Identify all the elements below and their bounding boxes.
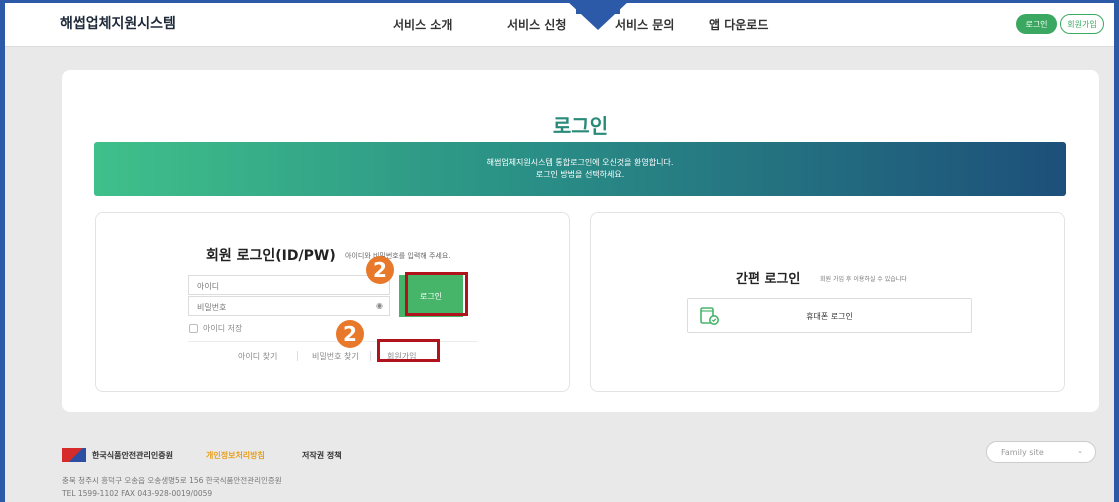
checkbox-icon[interactable] [189,324,198,333]
welcome-banner: 해썹업체지원시스템 통합로그인에 오신것을 환영합니다. 로그인 방법을 선택하… [94,142,1066,196]
org-logo-icon [62,448,86,462]
simple-login-panel: 간편 로그인 회원 가입 후 이용하실 수 있습니다 휴대폰 로그인 [590,212,1065,392]
id-placeholder: 아이디 [197,282,220,291]
nav-service-apply[interactable]: 서비스 신청 [507,16,566,33]
password-input[interactable]: 비밀번호 ◉ [188,296,390,316]
member-login-hint: 아이디와 비밀번호를 입력해 주세요. [345,252,451,260]
member-login-title: 회원 로그인(ID/PW) [206,248,336,264]
nav-service-intro[interactable]: 서비스 소개 [393,16,452,33]
member-login-panel: 회원 로그인(ID/PW) 아이디와 비밀번호를 입력해 주세요. 아이디 비밀… [95,212,570,392]
chevron-down-icon: ⌄ [1077,447,1083,455]
banner-line-2: 로그인 방법을 선택하세요. [535,170,625,179]
save-id-checkbox[interactable]: 아이디 저장 [189,323,242,334]
nav-app-download[interactable]: 앱 다운로드 [709,16,768,33]
family-site-select[interactable]: Family site ⌄ [986,441,1096,463]
footer-address: 충북 청주시 흥덕구 오송읍 오송생명5로 156 한국식품안전관리인증원 [62,476,282,485]
link-separator [297,351,298,361]
password-placeholder: 비밀번호 [197,303,227,312]
simple-login-hint: 회원 가입 후 이용하실 수 있습니다 [820,276,907,283]
find-password-link[interactable]: 비밀번호 찾기 [312,351,359,362]
footer-tel: TEL 1599-1102 FAX 043-928-0019/0059 [62,489,213,498]
copyright-policy-link[interactable]: 저작권 정책 [302,450,342,461]
page-title: 로그인 [552,114,609,138]
pointer-arrow-icon [566,0,630,30]
simple-login-title: 간편 로그인 [736,272,801,287]
banner-line-1: 해썹업체지원시스템 통합로그인에 오신것을 환영합니다. [486,158,674,167]
footer-org-logo[interactable]: 한국식품안전관리인증원 [62,448,173,462]
phone-login-label: 휴대폰 로그인 [806,312,853,321]
save-id-label: 아이디 저장 [203,324,243,333]
phone-login-button[interactable]: 휴대폰 로그인 [687,298,972,333]
footer-org-name: 한국식품안전관리인증원 [92,450,173,460]
top-header: 해썹업체지원시스템 서비스 소개 서비스 신청 서비스 문의 앱 다운로드 로그… [5,3,1114,47]
join-link-highlight [377,339,440,362]
find-id-link[interactable]: 아이디 찾기 [238,351,277,362]
login-card: 로그인 해썹업체지원시스템 통합로그인에 오신것을 환영합니다. 로그인 방법을… [62,70,1099,412]
step-badge: 2 [366,256,394,284]
family-site-label: Family site [1001,448,1044,457]
link-separator [370,351,371,361]
site-logo[interactable]: 해썹업체지원시스템 [60,13,176,33]
eye-icon[interactable]: ◉ [376,301,383,310]
step-badge: 2 [336,320,364,348]
privacy-policy-link[interactable]: 개인정보처리방침 [206,450,265,461]
header-login-button[interactable]: 로그인 [1016,14,1057,34]
header-join-button[interactable]: 회원가입 [1060,14,1104,34]
id-input[interactable]: 아이디 [188,275,390,295]
login-button-highlight [405,272,468,316]
